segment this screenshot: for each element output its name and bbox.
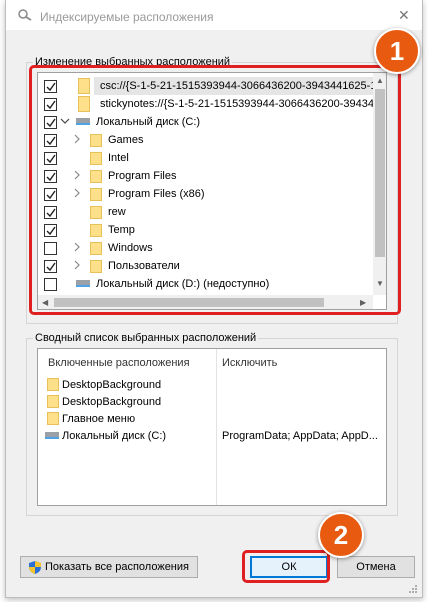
cancel-button[interactable]: Отмена [337,556,415,578]
indexing-options-icon [18,9,32,21]
excluded-locations: ProgramData; AppData; AppD... [222,430,378,442]
folder-icon [47,412,59,425]
summary-list: Включенные расположения Исключить Deskto… [37,348,387,506]
annotation-box-1 [29,65,401,315]
column-exclude: Исключить [222,357,278,369]
annotation-badge-1: 1 [374,28,420,74]
included-location: DesktopBackground [62,379,162,391]
title-bar: Индексируемые расположения ✕ [6,0,422,30]
included-location: DesktopBackground [62,396,162,408]
column-separator [216,349,217,505]
window-title: Индексируемые расположения [40,10,214,24]
included-location: Локальный диск (C:) [62,430,167,442]
drive-icon [45,432,59,439]
annotation-badge-2: 2 [318,512,364,558]
close-icon[interactable]: ✕ [398,7,410,24]
resize-grip-icon[interactable] [408,584,418,594]
included-location: Главное меню [62,413,136,425]
show-all-label: Показать все расположения [45,561,189,573]
column-included: Включенные расположения [48,357,190,369]
folder-icon [47,395,59,408]
summary-label: Сводный список выбранных расположений [33,332,259,344]
folder-icon [47,378,59,391]
show-all-locations-button[interactable]: Показать все расположения [20,556,198,578]
uac-shield-icon [29,561,41,574]
annotation-box-2 [242,550,330,583]
